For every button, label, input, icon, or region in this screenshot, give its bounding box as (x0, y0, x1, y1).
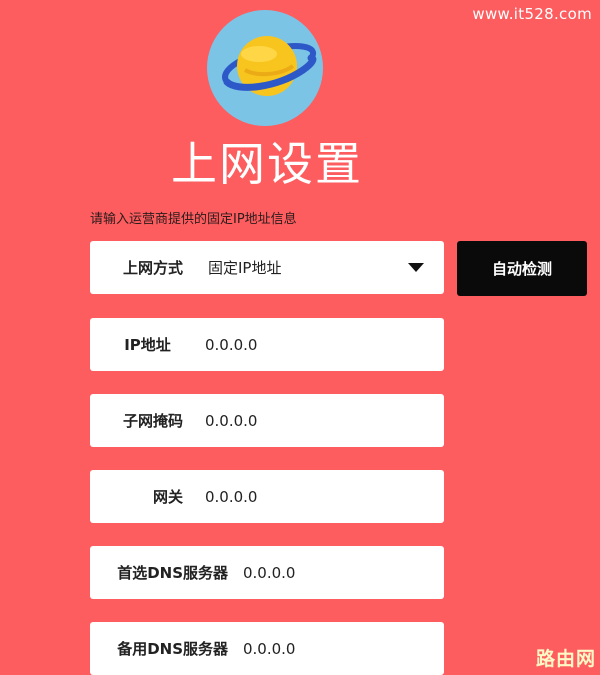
secondary-dns-value[interactable]: 0.0.0.0 (243, 640, 295, 658)
watermark: www.it528.com (472, 5, 592, 23)
secondary-dns-field[interactable]: 备用DNS服务器 0.0.0.0 (90, 622, 444, 675)
primary-dns-value[interactable]: 0.0.0.0 (243, 564, 295, 582)
instruction-text: 请输入运营商提供的固定IP地址信息 (90, 212, 297, 227)
planet-icon (207, 10, 323, 126)
gateway-field[interactable]: 网关 0.0.0.0 (90, 470, 444, 523)
connection-type-select[interactable]: 上网方式 固定IP地址 (90, 241, 444, 294)
ip-address-field[interactable]: IP地址 0.0.0.0 (90, 318, 444, 371)
ip-address-label: IP地址 (124, 336, 171, 354)
gateway-value[interactable]: 0.0.0.0 (205, 488, 257, 506)
ip-address-value[interactable]: 0.0.0.0 (205, 336, 257, 354)
dropdown-arrow-icon[interactable] (408, 263, 424, 272)
connection-type-label: 上网方式 (122, 259, 183, 277)
corner-watermark: 路由网 (535, 648, 596, 670)
page-title: 上网设置 (171, 137, 363, 191)
primary-dns-field[interactable]: 首选DNS服务器 0.0.0.0 (90, 546, 444, 599)
auto-detect-button[interactable]: 自动检测 (457, 241, 587, 296)
subnet-mask-value[interactable]: 0.0.0.0 (205, 412, 257, 430)
connection-type-value: 固定IP地址 (208, 259, 282, 277)
subnet-mask-field[interactable]: 子网掩码 0.0.0.0 (90, 394, 444, 447)
secondary-dns-label: 备用DNS服务器 (117, 640, 228, 658)
subnet-mask-label: 子网掩码 (122, 412, 183, 430)
primary-dns-label: 首选DNS服务器 (117, 564, 228, 582)
gateway-label: 网关 (152, 488, 183, 506)
